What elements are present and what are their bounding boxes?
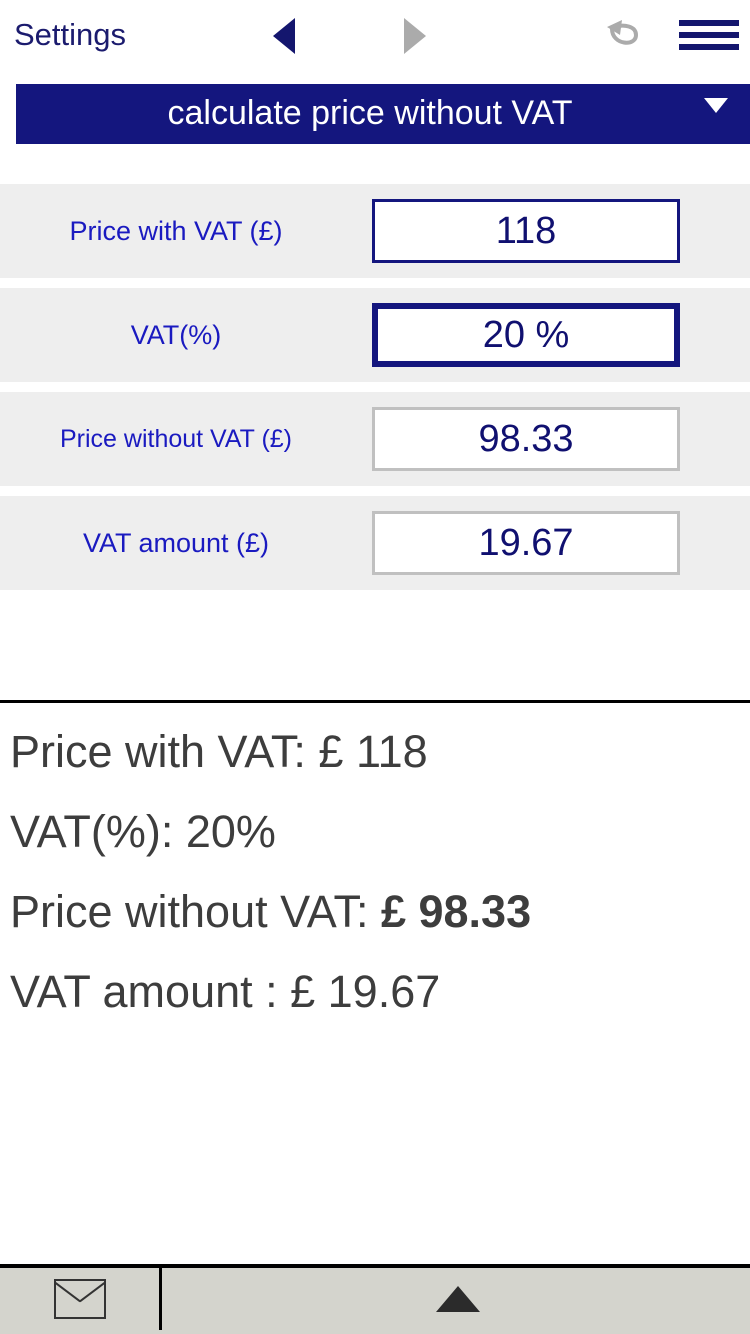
menu-line [679,32,739,38]
expand-up-button[interactable] [165,1268,750,1330]
menu-line [679,44,739,50]
settings-label[interactable]: Settings [14,17,126,53]
undo-arrow-icon[interactable] [602,13,648,59]
field-rows: Price with VAT (£) 118 VAT(%) 20 % Price… [0,184,750,600]
top-toolbar: Settings [0,0,750,72]
row-price-without-vat: Price without VAT (£) 98.33 [0,392,750,486]
chevron-down-icon [704,98,728,113]
result-value-price-without-vat: £ 98.33 [380,886,532,937]
row-vat-percent: VAT(%) 20 % [0,288,750,382]
result-prefix-price-without-vat: Price without VAT: [10,886,381,937]
output-price-without-vat: 98.33 [372,407,680,471]
label-price-with-vat: Price with VAT (£) [69,215,283,246]
envelope-icon [53,1279,106,1319]
triangle-up-icon [435,1286,480,1312]
input-price-with-vat[interactable]: 118 [372,199,680,263]
results-divider [0,700,750,703]
result-line-price-without-vat: Price without VAT: £ 98.33 [10,872,740,952]
result-line-price-with-vat: Price with VAT: £ 118 [10,726,428,777]
label-vat-amount: VAT amount (£) [82,527,270,558]
calculation-mode-dropdown[interactable]: calculate price without VAT [16,84,750,144]
result-line-vat-percent: VAT(%): 20% [10,806,276,857]
output-vat-amount: 19.67 [372,511,680,575]
bottom-bar [0,1264,750,1334]
menu-line [679,20,739,26]
row-price-with-vat: Price with VAT (£) 118 [0,184,750,278]
row-vat-amount: VAT amount (£) 19.67 [0,496,750,590]
mail-button[interactable] [0,1268,162,1330]
input-vat-percent[interactable]: 20 % [372,303,680,367]
triangle-right-icon[interactable] [404,18,426,54]
hamburger-menu-icon[interactable] [679,20,739,52]
calculation-mode-label: calculate price without VAT [167,94,573,132]
label-vat-percent: VAT(%) [130,319,222,350]
results-summary: Price with VAT: £ 118 VAT(%): 20% Price … [10,712,740,1032]
result-line-vat-amount: VAT amount : £ 19.67 [10,966,441,1017]
triangle-left-icon[interactable] [273,18,295,54]
label-price-without-vat: Price without VAT (£) [59,424,293,453]
